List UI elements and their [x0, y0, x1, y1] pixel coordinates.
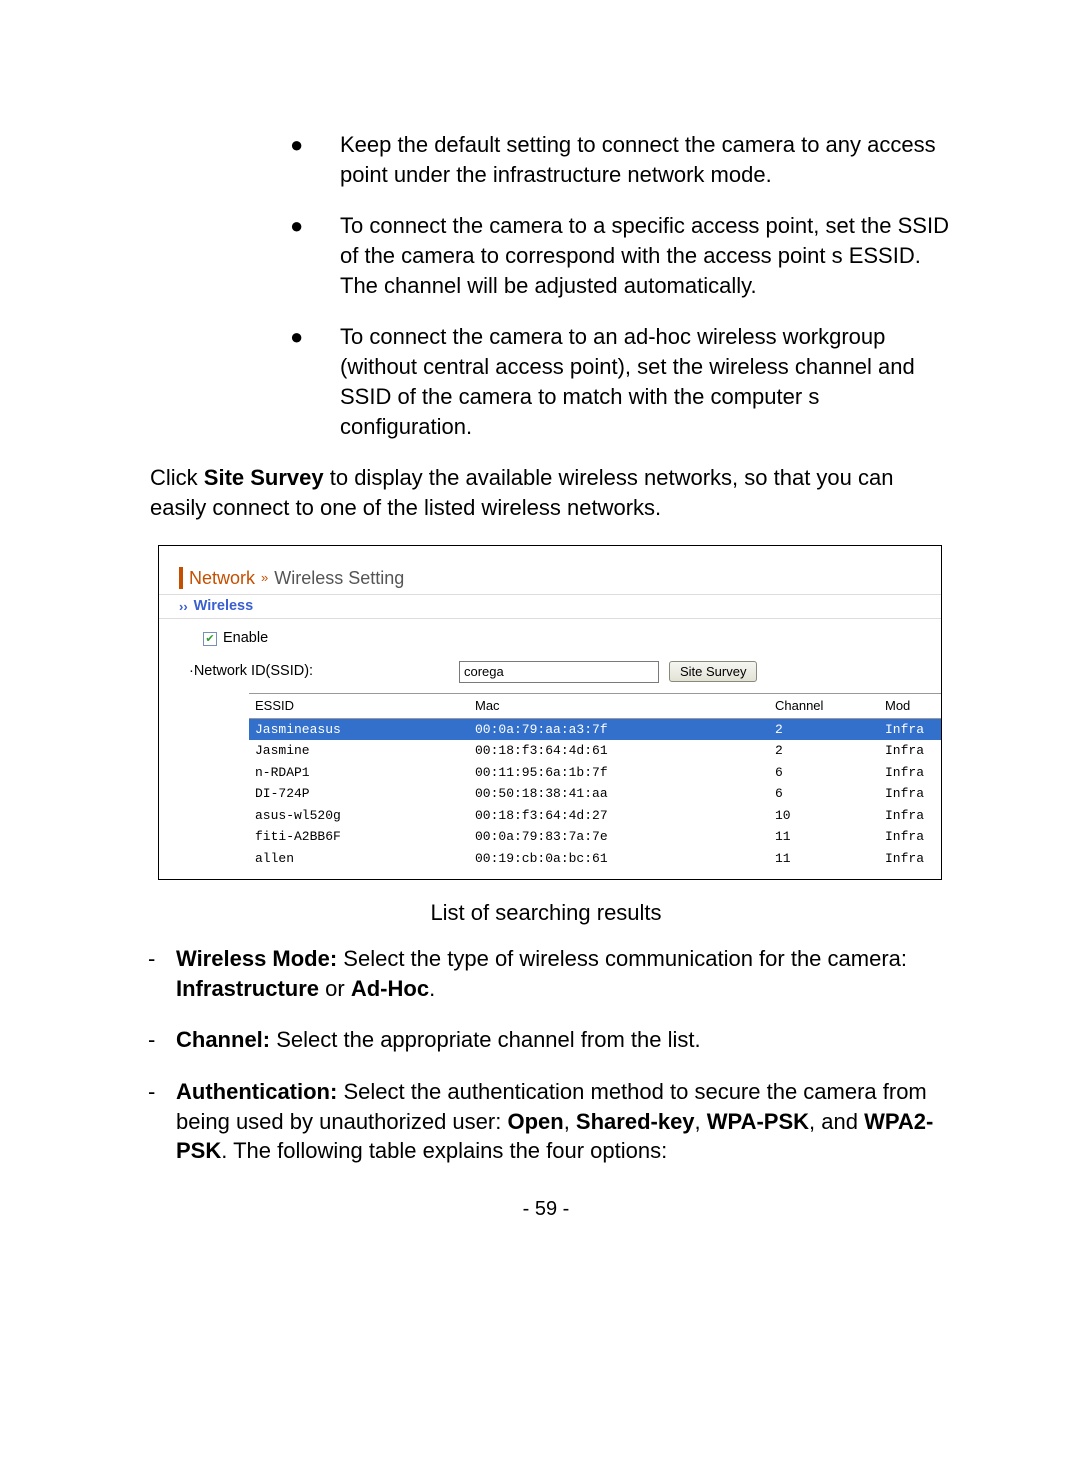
section-header: ›› Wireless — [159, 594, 941, 620]
col-channel: Channel — [769, 693, 879, 718]
table-cell: Infra — [879, 783, 941, 805]
table-cell: Infra — [879, 740, 941, 762]
bullet-text: To connect the camera to an ad-hoc wirel… — [340, 322, 952, 441]
title-bar-icon — [179, 567, 183, 589]
chevron-double-icon: ›› — [179, 598, 188, 616]
site-survey-button[interactable]: Site Survey — [669, 661, 757, 682]
table-cell: 2 — [769, 718, 879, 740]
table-cell: Infra — [879, 848, 941, 870]
table-row[interactable]: DI-724P00:50:18:38:41:aa6Infra — [249, 783, 941, 805]
bullet-item: ● To connect the camera to an ad-hoc wir… — [290, 322, 952, 441]
table-cell: fiti-A2BB6F — [249, 826, 469, 848]
table-cell: Infra — [879, 718, 941, 740]
table-cell: Infra — [879, 805, 941, 827]
page-number: - 59 - — [140, 1196, 952, 1223]
table-row[interactable]: asus-wl520g00:18:f3:64:4d:2710Infra — [249, 805, 941, 827]
table-cell: Infra — [879, 762, 941, 784]
table-cell: Jasmineasus — [249, 718, 469, 740]
table-cell: n-RDAP1 — [249, 762, 469, 784]
networks-table: ESSID Mac Channel Mod Jasmineasus00:0a:7… — [249, 693, 941, 869]
dash-icon: - — [148, 1025, 176, 1055]
table-cell: DI-724P — [249, 783, 469, 805]
bullet-icon: ● — [290, 322, 340, 441]
ssid-label: ·Network ID(SSID): — [189, 662, 449, 682]
table-cell: 10 — [769, 805, 879, 827]
bullet-item: ● To connect the camera to a specific ac… — [290, 211, 952, 300]
table-cell: Infra — [879, 826, 941, 848]
table-cell: 00:0a:79:aa:a3:7f — [469, 718, 769, 740]
table-row[interactable]: n-RDAP100:11:95:6a:1b:7f6Infra — [249, 762, 941, 784]
table-row[interactable]: Jasmine00:18:f3:64:4d:612Infra — [249, 740, 941, 762]
enable-label: Enable — [223, 629, 268, 649]
intro-paragraph: Click Site Survey to display the availab… — [150, 463, 946, 522]
panel-title: Network » Wireless Setting — [159, 566, 941, 590]
bullet-item: ● Keep the default setting to connect th… — [290, 130, 952, 189]
table-cell: 00:18:f3:64:4d:27 — [469, 805, 769, 827]
breadcrumb-network: Network — [189, 566, 255, 590]
table-row[interactable]: allen00:19:cb:0a:bc:6111Infra — [249, 848, 941, 870]
enable-row: ✔ Enable — [159, 625, 941, 657]
list-text: Wireless Mode: Select the type of wirele… — [176, 944, 952, 1003]
ssid-input[interactable] — [459, 661, 659, 683]
list-item: - Authentication: Select the authenticat… — [140, 1077, 952, 1166]
dash-icon: - — [148, 1077, 176, 1166]
list-text: Authentication: Select the authenticatio… — [176, 1077, 952, 1166]
figure-caption: List of searching results — [140, 898, 952, 928]
table-cell: 11 — [769, 848, 879, 870]
table-row[interactable]: fiti-A2BB6F00:0a:79:83:7a:7e11Infra — [249, 826, 941, 848]
table-cell: 00:50:18:38:41:aa — [469, 783, 769, 805]
table-cell: 00:11:95:6a:1b:7f — [469, 762, 769, 784]
list-item: - Wireless Mode: Select the type of wire… — [140, 944, 952, 1003]
col-mac: Mac — [469, 693, 769, 718]
ssid-row: ·Network ID(SSID): Site Survey — [159, 657, 941, 693]
bullet-list: ● Keep the default setting to connect th… — [290, 130, 952, 441]
enable-checkbox[interactable]: ✔ — [203, 632, 217, 646]
screenshot-panel: Network » Wireless Setting ›› Wireless ✔… — [158, 545, 942, 881]
table-cell: 6 — [769, 783, 879, 805]
table-cell: Jasmine — [249, 740, 469, 762]
dash-icon: - — [148, 944, 176, 1003]
section-label: Wireless — [194, 597, 254, 617]
chevron-right-icon: » — [261, 569, 268, 587]
table-cell: 00:0a:79:83:7a:7e — [469, 826, 769, 848]
table-cell: asus-wl520g — [249, 805, 469, 827]
table-header-row: ESSID Mac Channel Mod — [249, 693, 941, 718]
table-row[interactable]: Jasmineasus00:0a:79:aa:a3:7f2Infra — [249, 718, 941, 740]
table-cell: 11 — [769, 826, 879, 848]
bullet-icon: ● — [290, 211, 340, 300]
dash-list: - Wireless Mode: Select the type of wire… — [140, 944, 952, 1166]
table-cell: allen — [249, 848, 469, 870]
breadcrumb-sub: Wireless Setting — [274, 566, 404, 590]
list-item: - Channel: Select the appropriate channe… — [140, 1025, 952, 1055]
intro-bold: Site Survey — [204, 465, 324, 490]
col-essid: ESSID — [249, 693, 469, 718]
table-cell: 6 — [769, 762, 879, 784]
col-mode: Mod — [879, 693, 941, 718]
list-text: Channel: Select the appropriate channel … — [176, 1025, 952, 1055]
table-cell: 00:18:f3:64:4d:61 — [469, 740, 769, 762]
bullet-text: Keep the default setting to connect the … — [340, 130, 952, 189]
bullet-text: To connect the camera to a specific acce… — [340, 211, 952, 300]
table-cell: 00:19:cb:0a:bc:61 — [469, 848, 769, 870]
table-cell: 2 — [769, 740, 879, 762]
bullet-icon: ● — [290, 130, 340, 189]
intro-text: Click — [150, 465, 204, 490]
